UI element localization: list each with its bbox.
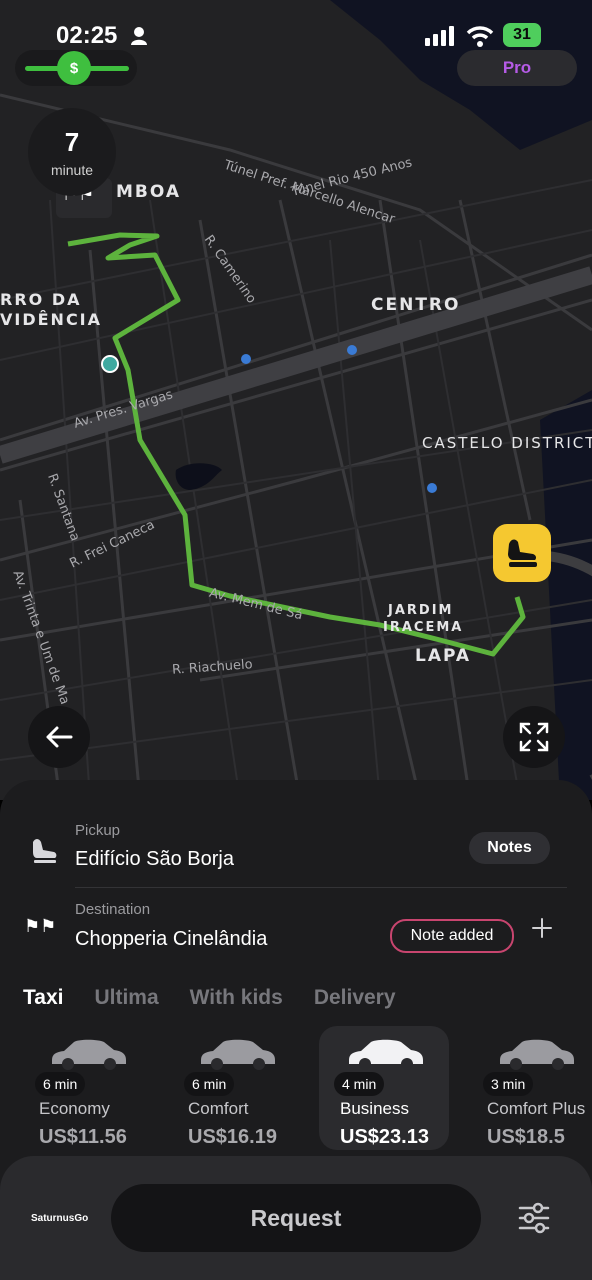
- pro-button[interactable]: Pro: [457, 50, 577, 86]
- option-eta: 4 min: [334, 1072, 385, 1096]
- earnings-slider[interactable]: $: [15, 50, 137, 86]
- clock: 02:25: [56, 22, 118, 49]
- pickup-label: Pickup: [75, 822, 121, 839]
- wifi-icon: [466, 26, 494, 47]
- pickup-address: Edifício São Borja: [75, 848, 234, 870]
- arrow-left-icon: [46, 726, 73, 748]
- pickup-marker: [493, 524, 551, 582]
- seat-icon: [508, 539, 537, 567]
- car-icon: [201, 1039, 275, 1070]
- ride-option-business[interactable]: 4 min Business US$23.13: [319, 1026, 449, 1150]
- back-button[interactable]: [28, 706, 90, 768]
- plus-icon[interactable]: [531, 917, 553, 939]
- note-added-button[interactable]: Note added: [390, 919, 514, 953]
- map-label-district: JARDIM: [388, 603, 454, 618]
- tab-ultima[interactable]: Ultima: [94, 986, 158, 1010]
- option-name: Economy: [39, 1099, 110, 1118]
- car-icon: [52, 1039, 126, 1070]
- map-label-district: RRO DA: [0, 290, 82, 309]
- option-price: US$18.5: [487, 1126, 565, 1148]
- option-name: Comfort: [188, 1099, 249, 1118]
- option-name: Comfort Plus: [487, 1099, 586, 1118]
- map-label-district: CENTRO: [371, 295, 461, 315]
- battery-indicator: 31: [503, 23, 541, 47]
- destination-address: Chopperia Cinelândia: [75, 928, 268, 950]
- ride-timer-unit: minute: [50, 161, 94, 178]
- checkered-flag-icon: ⚑⚑: [24, 916, 57, 936]
- option-price: US$11.56: [39, 1126, 127, 1148]
- person-icon: [131, 27, 147, 45]
- map-label-district: CASTELO DISTRICT: [422, 434, 592, 452]
- option-eta: 3 min: [483, 1072, 534, 1096]
- ride-timer-value: 7: [64, 126, 80, 157]
- category-tabs: Taxi Ultima With kids Delivery: [23, 986, 396, 1010]
- map-label-district: MBOA: [116, 182, 182, 202]
- brand-logo: SaturnusGo: [31, 1213, 89, 1224]
- car-icon: [349, 1039, 423, 1070]
- dollar-icon: $: [57, 51, 91, 85]
- expand-map-button[interactable]: [503, 706, 565, 768]
- ride-option-comfort[interactable]: 6 min Comfort US$16.19: [169, 1026, 299, 1150]
- map-label-district: LAPA: [415, 646, 472, 666]
- tab-with-kids[interactable]: With kids: [190, 986, 283, 1010]
- ride-option-comfort-plus[interactable]: 3 min Comfort Plus US$18.5: [468, 1026, 592, 1150]
- option-name: Business: [340, 1099, 409, 1118]
- request-button[interactable]: Request: [111, 1184, 481, 1252]
- option-price: US$16.19: [188, 1126, 277, 1148]
- map-label-district: IRACEMA: [383, 620, 464, 635]
- map-label-district: VIDÊNCIA: [0, 310, 103, 329]
- signal-icon: [425, 26, 454, 46]
- tab-delivery[interactable]: Delivery: [314, 986, 396, 1010]
- sliders-icon[interactable]: [518, 1202, 550, 1234]
- notes-button[interactable]: Notes: [469, 832, 550, 864]
- ride-timer-badge: 7 minute: [28, 108, 116, 196]
- destination-label: Destination: [75, 901, 151, 918]
- option-price: US$23.13: [340, 1126, 429, 1148]
- divider: [75, 887, 567, 888]
- seat-icon: [33, 839, 57, 863]
- tab-taxi[interactable]: Taxi: [23, 986, 63, 1010]
- expand-icon: [519, 722, 549, 752]
- ride-option-economy[interactable]: 6 min Economy US$11.56: [20, 1026, 150, 1150]
- option-eta: 6 min: [184, 1072, 235, 1096]
- battery-level: 31: [513, 26, 531, 43]
- pickup-row[interactable]: Pickup Edifício São Borja Notes: [0, 780, 592, 890]
- status-bar: 02:25 31: [0, 18, 592, 54]
- car-icon: [500, 1039, 574, 1070]
- bottom-bar: SaturnusGo Request: [0, 1156, 592, 1280]
- option-eta: 6 min: [35, 1072, 86, 1096]
- ride-options: 6 min Economy US$11.56 6 min Comfort US$…: [0, 1026, 592, 1156]
